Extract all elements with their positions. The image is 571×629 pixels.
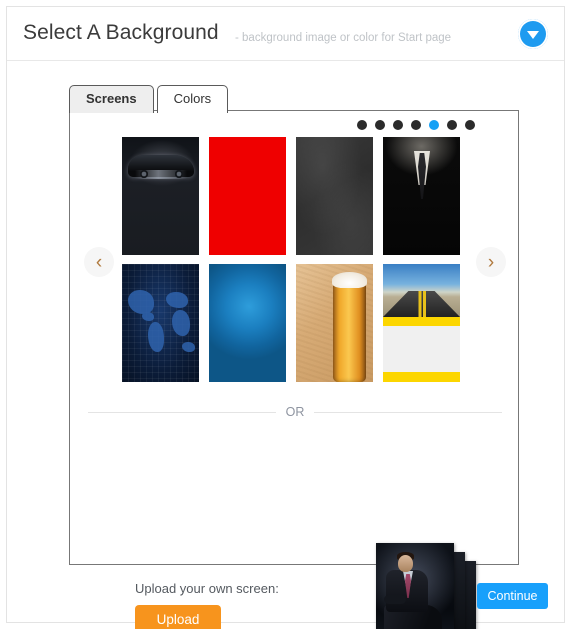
pagination-dot[interactable] bbox=[393, 120, 403, 130]
divider-line-left bbox=[88, 411, 276, 413]
thumbnail-world-map-blue[interactable] bbox=[122, 264, 199, 382]
card-header: Select A Background - background image o… bbox=[7, 7, 564, 61]
uploaded-screen-preview-stack[interactable] bbox=[376, 543, 476, 629]
thumbnail-blue-gradient[interactable] bbox=[209, 264, 286, 382]
chevron-left-icon[interactable]: ‹ bbox=[84, 247, 114, 277]
yellow-band-bottom bbox=[383, 372, 460, 382]
page-subtitle: - background image or color for Start pa… bbox=[235, 32, 452, 44]
page-body-area bbox=[383, 326, 460, 372]
tab-bar: Screens Colors bbox=[69, 85, 229, 113]
upload-label: Upload your own screen: bbox=[135, 581, 279, 596]
figure-arm bbox=[384, 595, 406, 604]
upload-section: Upload your own screen: Upload bbox=[70, 431, 520, 629]
pagination-dot-active[interactable] bbox=[429, 120, 439, 130]
thumbnail-dark-gray-texture[interactable] bbox=[296, 137, 373, 255]
thumbnail-solid-red[interactable] bbox=[209, 137, 286, 255]
continue-button[interactable]: Continue bbox=[477, 583, 548, 609]
thumbnail-beer-glass[interactable] bbox=[296, 264, 373, 382]
upload-button[interactable]: Upload bbox=[135, 605, 221, 629]
tab-colors[interactable]: Colors bbox=[156, 85, 229, 113]
divider-line-right bbox=[314, 411, 502, 413]
select-background-card: Select A Background - background image o… bbox=[6, 6, 565, 629]
or-divider: OR bbox=[88, 405, 502, 419]
page-title: Select A Background bbox=[23, 21, 219, 44]
chevron-right-icon[interactable]: › bbox=[476, 247, 506, 277]
chevron-down-circle-icon[interactable] bbox=[518, 19, 548, 49]
screens-carousel: ‹ › bbox=[70, 135, 520, 398]
thumbnail-desert-highway[interactable] bbox=[383, 264, 460, 382]
triangle-down-glyph bbox=[527, 30, 539, 39]
pagination-dot[interactable] bbox=[357, 120, 367, 130]
yellow-band-top bbox=[383, 317, 460, 326]
highway-photo bbox=[383, 264, 460, 317]
pagination-dot[interactable] bbox=[465, 120, 475, 130]
map-landmasses bbox=[122, 264, 199, 382]
pagination-dot[interactable] bbox=[375, 120, 385, 130]
preview-sheet-front bbox=[376, 543, 454, 629]
thumbnail-black-car-dark[interactable] bbox=[122, 137, 199, 255]
background-chooser-panel: ‹ › OR Upload your own screen: Upload bbox=[69, 110, 520, 629]
thumbnail-man-in-suit[interactable] bbox=[383, 137, 460, 255]
carousel-pagination-dots bbox=[357, 120, 475, 130]
figure-head bbox=[398, 555, 413, 572]
divider-label: OR bbox=[285, 405, 305, 419]
tab-screens[interactable]: Screens bbox=[69, 85, 154, 113]
pagination-dot[interactable] bbox=[411, 120, 421, 130]
pagination-dot[interactable] bbox=[447, 120, 457, 130]
thumbnail-grid bbox=[122, 137, 470, 382]
select-background-page: Select A Background - background image o… bbox=[0, 0, 571, 629]
